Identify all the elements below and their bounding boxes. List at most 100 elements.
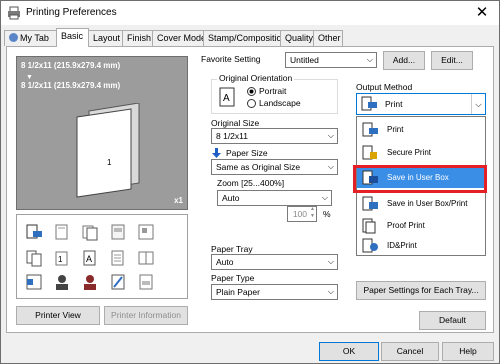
zoom-number-input[interactable]: 100 ▲ ▼: [287, 206, 317, 222]
output-method-value: Print: [385, 99, 403, 109]
tab-label: Quality: [285, 33, 314, 43]
copies-icon[interactable]: 1: [53, 249, 71, 267]
tab-label: Layout: [93, 33, 121, 43]
tab-label: Cover Mode: [157, 33, 207, 43]
tab-stamp-composition[interactable]: Stamp/Composition: [203, 30, 287, 46]
preview-original-size: 8 1/2x11 (215.9x279.4 mm): [21, 61, 121, 70]
page-list-icon[interactable]: [109, 249, 127, 267]
printer-information-button[interactable]: Printer Information: [104, 306, 188, 325]
tab-cover-mode[interactable]: Cover Mode: [152, 30, 207, 46]
edge-position-icon[interactable]: [25, 273, 43, 291]
paper-type-select[interactable]: Plain Paper ⌵: [211, 284, 338, 300]
option-label: Save in User Box/Print: [387, 199, 468, 208]
chevron-down-icon: ⌵: [321, 193, 328, 202]
close-button[interactable]: ✕: [465, 1, 499, 25]
tab-other[interactable]: Other: [313, 30, 343, 46]
function-icon-grid: 1 A: [16, 214, 188, 299]
svg-text:1: 1: [58, 255, 63, 264]
chevron-down-icon[interactable]: ⌵: [471, 94, 485, 114]
favorite-setting-label: Favorite Setting: [201, 54, 261, 64]
tab-label: Basic: [61, 31, 84, 41]
output-option-secure-print[interactable]: Secure Print: [357, 143, 485, 163]
print-icon: [362, 122, 378, 137]
output-option-id-print[interactable]: ID&Print: [357, 236, 485, 256]
paper-size-label: Paper Size: [226, 148, 268, 158]
tab-label: Stamp/Composition: [208, 33, 287, 43]
paper-tray-value: Auto: [216, 257, 234, 267]
watermark-icon[interactable]: [109, 273, 127, 291]
paper-type-value: Plain Paper: [216, 287, 260, 297]
tab-quality[interactable]: Quality: [280, 30, 314, 46]
collate-icon[interactable]: A: [81, 249, 99, 267]
printing-preferences-window: Printing Preferences ✕ My Tab Basic Layo…: [0, 0, 500, 364]
tab-label: Other: [318, 33, 341, 43]
output-option-proof-print[interactable]: Proof Print: [357, 216, 485, 236]
ok-button[interactable]: OK: [319, 342, 379, 361]
spinner-icon: ▲ ▼: [310, 206, 315, 219]
zoom-label: Zoom [25...400%]: [217, 178, 285, 188]
option-label: Proof Print: [387, 221, 425, 230]
zoom-unit: %: [323, 209, 331, 219]
portrait-radio[interactable]: [247, 87, 256, 96]
layout-icon[interactable]: [137, 223, 155, 241]
paper-size-select[interactable]: Same as Original Size ⌵: [211, 159, 338, 175]
duplex-icon[interactable]: [25, 249, 43, 267]
chevron-down-icon: ⌵: [366, 55, 373, 64]
my-tab-icon: [9, 33, 18, 42]
output-method-label: Output Method: [356, 82, 413, 92]
output-option-print[interactable]: Print: [357, 120, 485, 140]
cancel-button[interactable]: Cancel: [381, 342, 439, 361]
favorite-setting-select[interactable]: Untitled ⌵: [285, 52, 377, 68]
proof-print-icon: [362, 218, 376, 234]
portrait-page-icon: A: [219, 87, 235, 107]
edit-button[interactable]: Edit...: [431, 51, 473, 70]
paper-tray-select[interactable]: Auto ⌵: [211, 254, 338, 270]
output-option-save-in-user-box-print[interactable]: Save in User Box/Print: [357, 194, 485, 214]
printer-view-button[interactable]: Printer View: [16, 306, 100, 325]
paper-tray-label: Paper Tray: [211, 244, 253, 254]
preview-copies: x1: [174, 196, 183, 205]
option-label: Print: [387, 125, 404, 134]
paper-settings-for-each-tray-button[interactable]: Paper Settings for Each Tray...: [356, 281, 486, 300]
booklet-icon[interactable]: [137, 249, 155, 267]
secure-print-icon: [362, 145, 377, 160]
tab-finish[interactable]: Finish: [122, 30, 153, 46]
user-auth-icon[interactable]: [53, 273, 71, 291]
default-button[interactable]: Default: [419, 311, 486, 330]
tab-basic[interactable]: Basic: [56, 28, 89, 47]
down-arrow-icon: ▼: [26, 74, 33, 81]
id-print-icon: [362, 238, 378, 253]
option-label: Secure Print: [387, 148, 432, 157]
tab-label: My Tab: [20, 33, 49, 43]
landscape-label: Landscape: [259, 98, 301, 108]
preview-paper-size: 8 1/2x11 (215.9x279.4 mm): [21, 81, 121, 90]
tab-layout[interactable]: Layout: [88, 30, 123, 46]
original-size-select[interactable]: 8 1/2x11 ⌵: [211, 128, 338, 144]
svg-text:A: A: [223, 93, 230, 104]
account-track-icon[interactable]: [81, 273, 99, 291]
zoom-value: Auto: [222, 193, 240, 203]
chevron-down-icon: ⌵: [327, 162, 334, 171]
landscape-radio[interactable]: [247, 99, 256, 108]
help-button[interactable]: Help: [442, 342, 494, 361]
cover-icon[interactable]: [109, 223, 127, 241]
stamp-icon[interactable]: [137, 273, 155, 291]
paper-type-label: Paper Type: [211, 273, 255, 283]
add-button[interactable]: Add...: [383, 51, 425, 70]
finish-icon[interactable]: [81, 223, 99, 241]
option-label: ID&Print: [387, 241, 417, 250]
page-preview-icon: 1: [76, 103, 140, 198]
zoom-select[interactable]: Auto ⌵: [217, 190, 332, 206]
tab-my-tab[interactable]: My Tab: [4, 30, 57, 46]
zoom-number: 100: [292, 209, 307, 219]
output-method-icon[interactable]: [25, 223, 43, 241]
original-size-value: 8 1/2x11: [216, 131, 248, 141]
chevron-down-icon: ⌵: [327, 287, 334, 296]
window-title: Printing Preferences: [26, 7, 117, 18]
output-method-select[interactable]: Print ⌵: [356, 93, 486, 115]
original-orientation-label: Original Orientation: [217, 73, 295, 83]
chevron-down-icon: ⌵: [327, 131, 334, 140]
title-bar: Printing Preferences ✕: [1, 1, 499, 25]
paper-size-value: Same as Original Size: [216, 162, 301, 172]
staple-icon[interactable]: [53, 223, 71, 241]
